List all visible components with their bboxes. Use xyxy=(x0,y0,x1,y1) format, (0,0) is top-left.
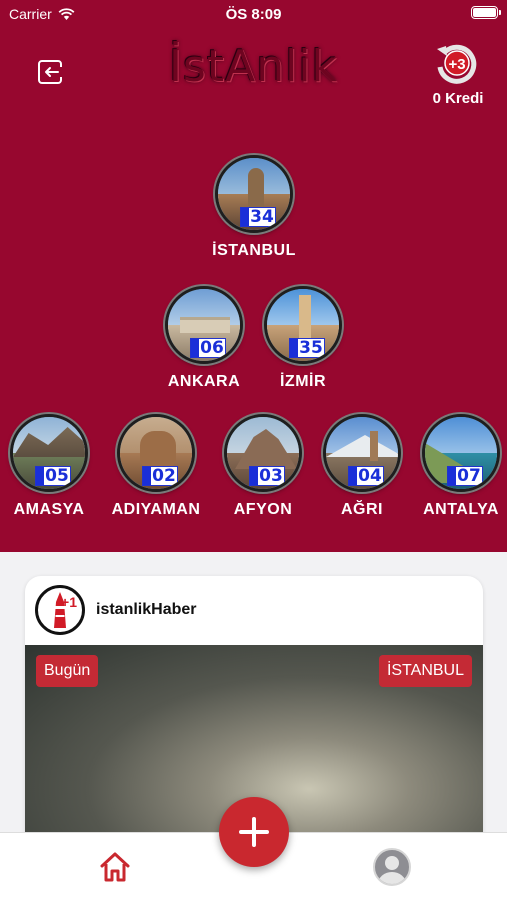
city-adiyaman[interactable]: 02 ADIYAMAN xyxy=(101,414,211,519)
city-name: AĞRI xyxy=(341,501,383,518)
city-name: AFYON xyxy=(233,501,293,518)
plus-icon xyxy=(239,817,269,847)
city-tag: İSTANBUL xyxy=(378,655,472,687)
license-plate: 05 xyxy=(35,466,71,486)
city-photo: 34 xyxy=(215,155,293,233)
city-amasya[interactable]: 05 AMASYA xyxy=(0,414,104,519)
credit-badge: +3 xyxy=(448,56,465,73)
tab-home[interactable] xyxy=(98,850,132,884)
city-photo: 03 xyxy=(224,414,302,492)
city-izmir[interactable]: 35 İZMİR xyxy=(248,286,358,391)
city-name: İSTANBUL xyxy=(212,242,296,259)
status-time: ÖS 8:09 xyxy=(225,6,282,23)
city-agri[interactable]: 04 AĞRI xyxy=(307,414,417,519)
license-plate: 35 xyxy=(289,338,325,358)
city-ankara[interactable]: 06 ANKARA xyxy=(149,286,259,391)
city-name: AMASYA xyxy=(13,501,85,518)
license-plate: 06 xyxy=(190,338,226,358)
city-photo: 06 xyxy=(165,286,243,364)
tab-profile[interactable] xyxy=(373,848,411,886)
publisher-avatar[interactable]: +1 xyxy=(35,585,85,635)
license-plate: 04 xyxy=(348,466,384,486)
license-plate: 07 xyxy=(447,466,483,486)
publisher-name[interactable]: istanlikHaber xyxy=(96,601,196,619)
license-plate: 02 xyxy=(142,466,178,486)
city-name: ANKARA xyxy=(167,373,241,390)
city-photo: 04 xyxy=(323,414,401,492)
city-photo: 02 xyxy=(117,414,195,492)
license-plate: 34 xyxy=(240,207,276,227)
credit-label: 0 Kredi xyxy=(432,90,484,107)
city-photo: 35 xyxy=(264,286,342,364)
city-istanbul[interactable]: 34 İSTANBUL xyxy=(199,155,309,260)
galata-tower-icon: +1 xyxy=(54,592,77,628)
refresh-credit-icon: +3 xyxy=(437,44,477,84)
city-afyon[interactable]: 03 AFYON xyxy=(208,414,318,519)
city-photo: 05 xyxy=(10,414,88,492)
home-icon xyxy=(100,852,130,882)
date-tag: Bugün xyxy=(36,655,99,687)
city-name: ANTALYA xyxy=(423,501,499,518)
city-name: ADIYAMAN xyxy=(111,501,201,518)
status-bar: Carrier ÖS 8:09 xyxy=(0,0,507,28)
city-name: İZMİR xyxy=(279,373,327,390)
license-plate: 03 xyxy=(249,466,285,486)
add-post-button[interactable] xyxy=(219,797,289,867)
profile-icon xyxy=(378,856,406,884)
credit-button[interactable]: +3 xyxy=(433,41,479,87)
avatar-badge: +1 xyxy=(61,594,77,610)
battery-icon xyxy=(471,6,501,19)
city-photo: 07 xyxy=(422,414,500,492)
city-antalya[interactable]: 07 ANTALYA xyxy=(406,414,507,519)
app-logo: İstAnlik xyxy=(168,41,339,92)
